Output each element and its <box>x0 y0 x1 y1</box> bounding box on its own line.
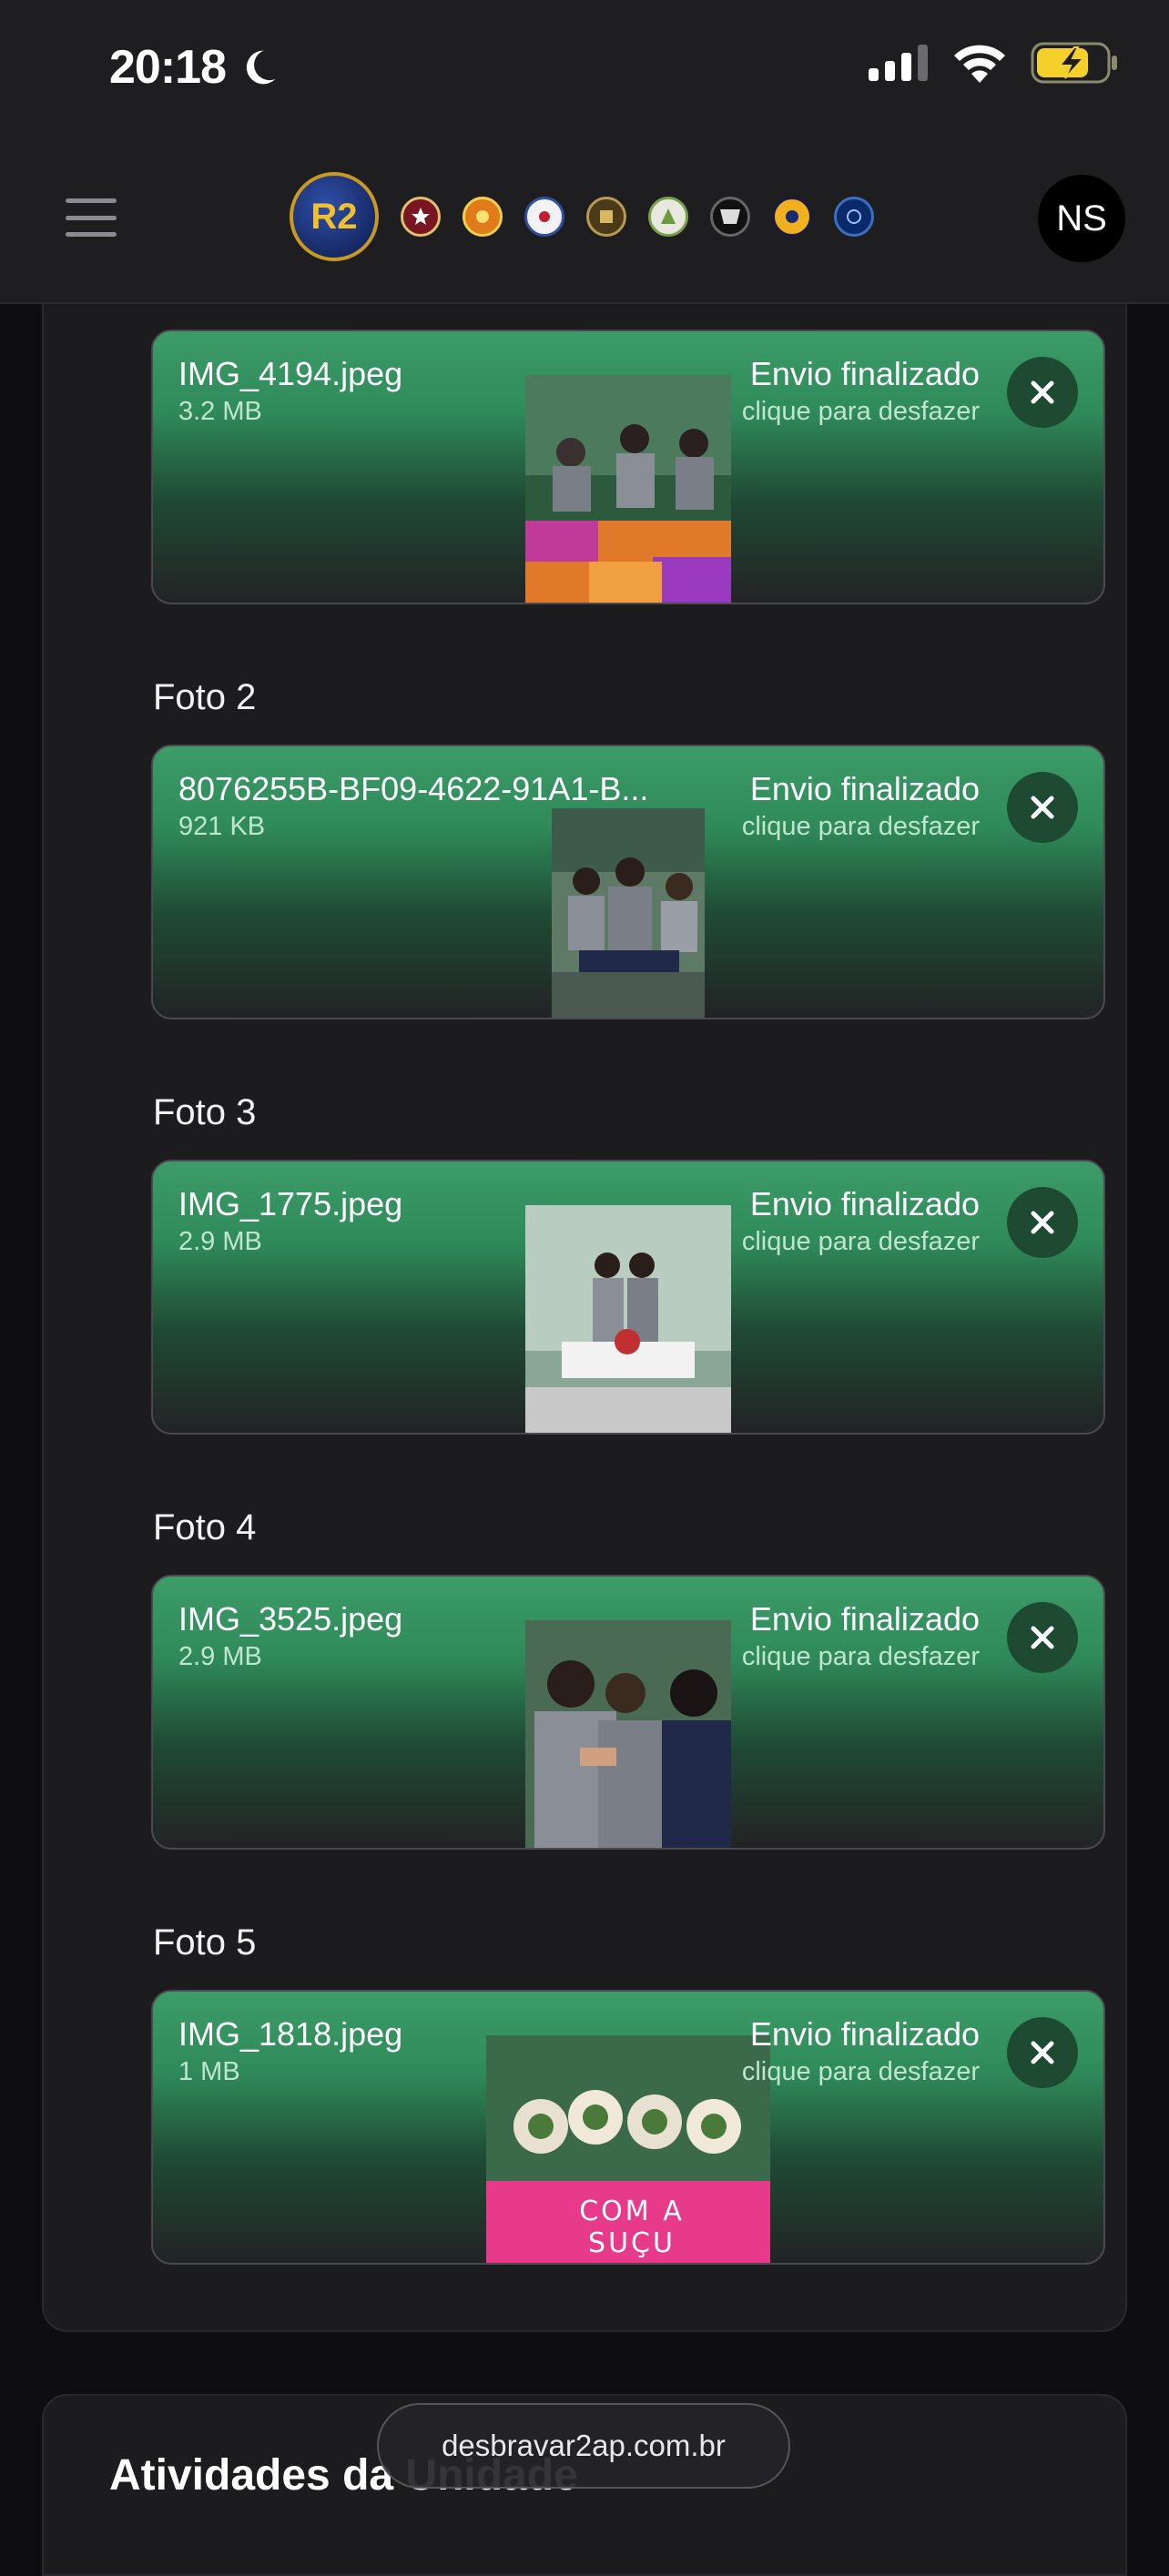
status-bar: 20:18 <box>0 0 1169 137</box>
remove-upload-button[interactable] <box>1007 1602 1078 1673</box>
photo-label-3: Foto 3 <box>153 1092 257 1132</box>
region-logo[interactable]: R2 <box>290 172 379 261</box>
remove-upload-button[interactable] <box>1007 357 1078 428</box>
photo-thumbnail-2 <box>552 808 705 1018</box>
club-logo-5[interactable] <box>648 197 688 237</box>
moon-icon <box>246 50 276 85</box>
signal-icon <box>869 45 928 81</box>
remove-upload-button[interactable] <box>1007 1187 1078 1258</box>
close-icon <box>1031 796 1054 819</box>
upload-status: Envio finalizado <box>749 770 980 807</box>
file-size: 2.9 MB <box>178 1227 262 1256</box>
file-name: 8076255B-BF09-4622-91A1-B... <box>178 770 649 807</box>
file-size: 921 KB <box>178 812 266 841</box>
file-size: 1 MB <box>178 2057 240 2086</box>
club-logo-3[interactable] <box>524 197 564 237</box>
photo-thumbnail-4 <box>525 1620 731 1848</box>
app-header: R2 NS <box>0 137 1169 304</box>
photo-label-5: Foto 5 <box>153 1922 257 1962</box>
close-icon <box>1031 1626 1054 1649</box>
upload-card-4[interactable]: IMG_3525.jpeg 2.9 MB Envio finalizado cl… <box>151 1575 1105 1850</box>
file-name: IMG_1818.jpeg <box>178 2015 403 2053</box>
close-icon <box>1031 1211 1054 1234</box>
upload-status: Envio finalizado <box>749 1600 980 1638</box>
file-name: IMG_3525.jpeg <box>178 1600 403 1638</box>
file-name: IMG_1775.jpeg <box>178 1185 403 1222</box>
photo-thumbnail-1 <box>525 375 731 603</box>
club-logo-6[interactable] <box>710 197 750 237</box>
logo-text: R2 <box>310 196 358 237</box>
club-logos: R2 <box>290 171 874 262</box>
club-logo-2[interactable] <box>463 197 503 237</box>
upload-card-3[interactable]: IMG_1775.jpeg 2.9 MB Envio finalizado cl… <box>151 1160 1105 1435</box>
status-time: 20:18 <box>109 40 279 95</box>
undo-hint[interactable]: clique para desfazer <box>742 2057 980 2087</box>
undo-hint[interactable]: clique para desfazer <box>742 812 980 842</box>
url-text: desbravar2ap.com.br <box>442 2429 726 2462</box>
upload-card-1[interactable]: IMG_4194.jpeg 3.2 MB Envio finalizado cl… <box>151 330 1105 604</box>
photo-label-2: Foto 2 <box>153 677 257 717</box>
photo-label-4: Foto 4 <box>153 1507 257 1547</box>
user-avatar[interactable]: NS <box>1038 175 1125 262</box>
club-logo-7[interactable] <box>772 197 812 237</box>
upload-status: Envio finalizado <box>749 1185 980 1222</box>
undo-hint[interactable]: clique para desfazer <box>742 1642 980 1672</box>
close-icon <box>1031 2041 1054 2064</box>
remove-upload-button[interactable] <box>1007 2017 1078 2088</box>
photo-thumbnail-5: COM A SUÇU <box>486 2035 770 2263</box>
file-name: IMG_4194.jpeg <box>178 355 403 392</box>
file-size: 3.2 MB <box>178 397 262 426</box>
upload-status: Envio finalizado <box>749 355 980 392</box>
avatar-initials: NS <box>1056 198 1107 238</box>
photo-caption: COM A SUÇU <box>579 2196 685 2259</box>
menu-icon[interactable] <box>66 198 117 237</box>
club-logo-1[interactable] <box>401 197 441 237</box>
undo-hint[interactable]: clique para desfazer <box>742 397 980 427</box>
close-icon <box>1031 380 1054 404</box>
undo-hint[interactable]: clique para desfazer <box>742 1227 980 1257</box>
photo-upload-panel: IMG_4194.jpeg 3.2 MB Envio finalizado cl… <box>42 304 1127 2332</box>
upload-card-5[interactable]: COM A SUÇU IMG_1818.jpeg 1 MB Envio fina… <box>151 1990 1105 2265</box>
browser-url-bar[interactable]: desbravar2ap.com.br <box>377 2403 790 2489</box>
club-logo-4[interactable] <box>586 197 626 237</box>
club-logo-8[interactable] <box>834 197 874 237</box>
remove-upload-button[interactable] <box>1007 772 1078 843</box>
battery-charging-icon <box>1031 42 1117 84</box>
upload-status: Envio finalizado <box>749 2015 980 2053</box>
clock-text: 20:18 <box>109 41 227 94</box>
status-icons <box>869 42 1118 84</box>
upload-card-2[interactable]: 8076255B-BF09-4622-91A1-B... 921 KB Envi… <box>151 745 1105 1019</box>
file-size: 2.9 MB <box>178 1642 262 1671</box>
photo-thumbnail-3 <box>525 1205 731 1433</box>
wifi-icon <box>954 45 1005 83</box>
